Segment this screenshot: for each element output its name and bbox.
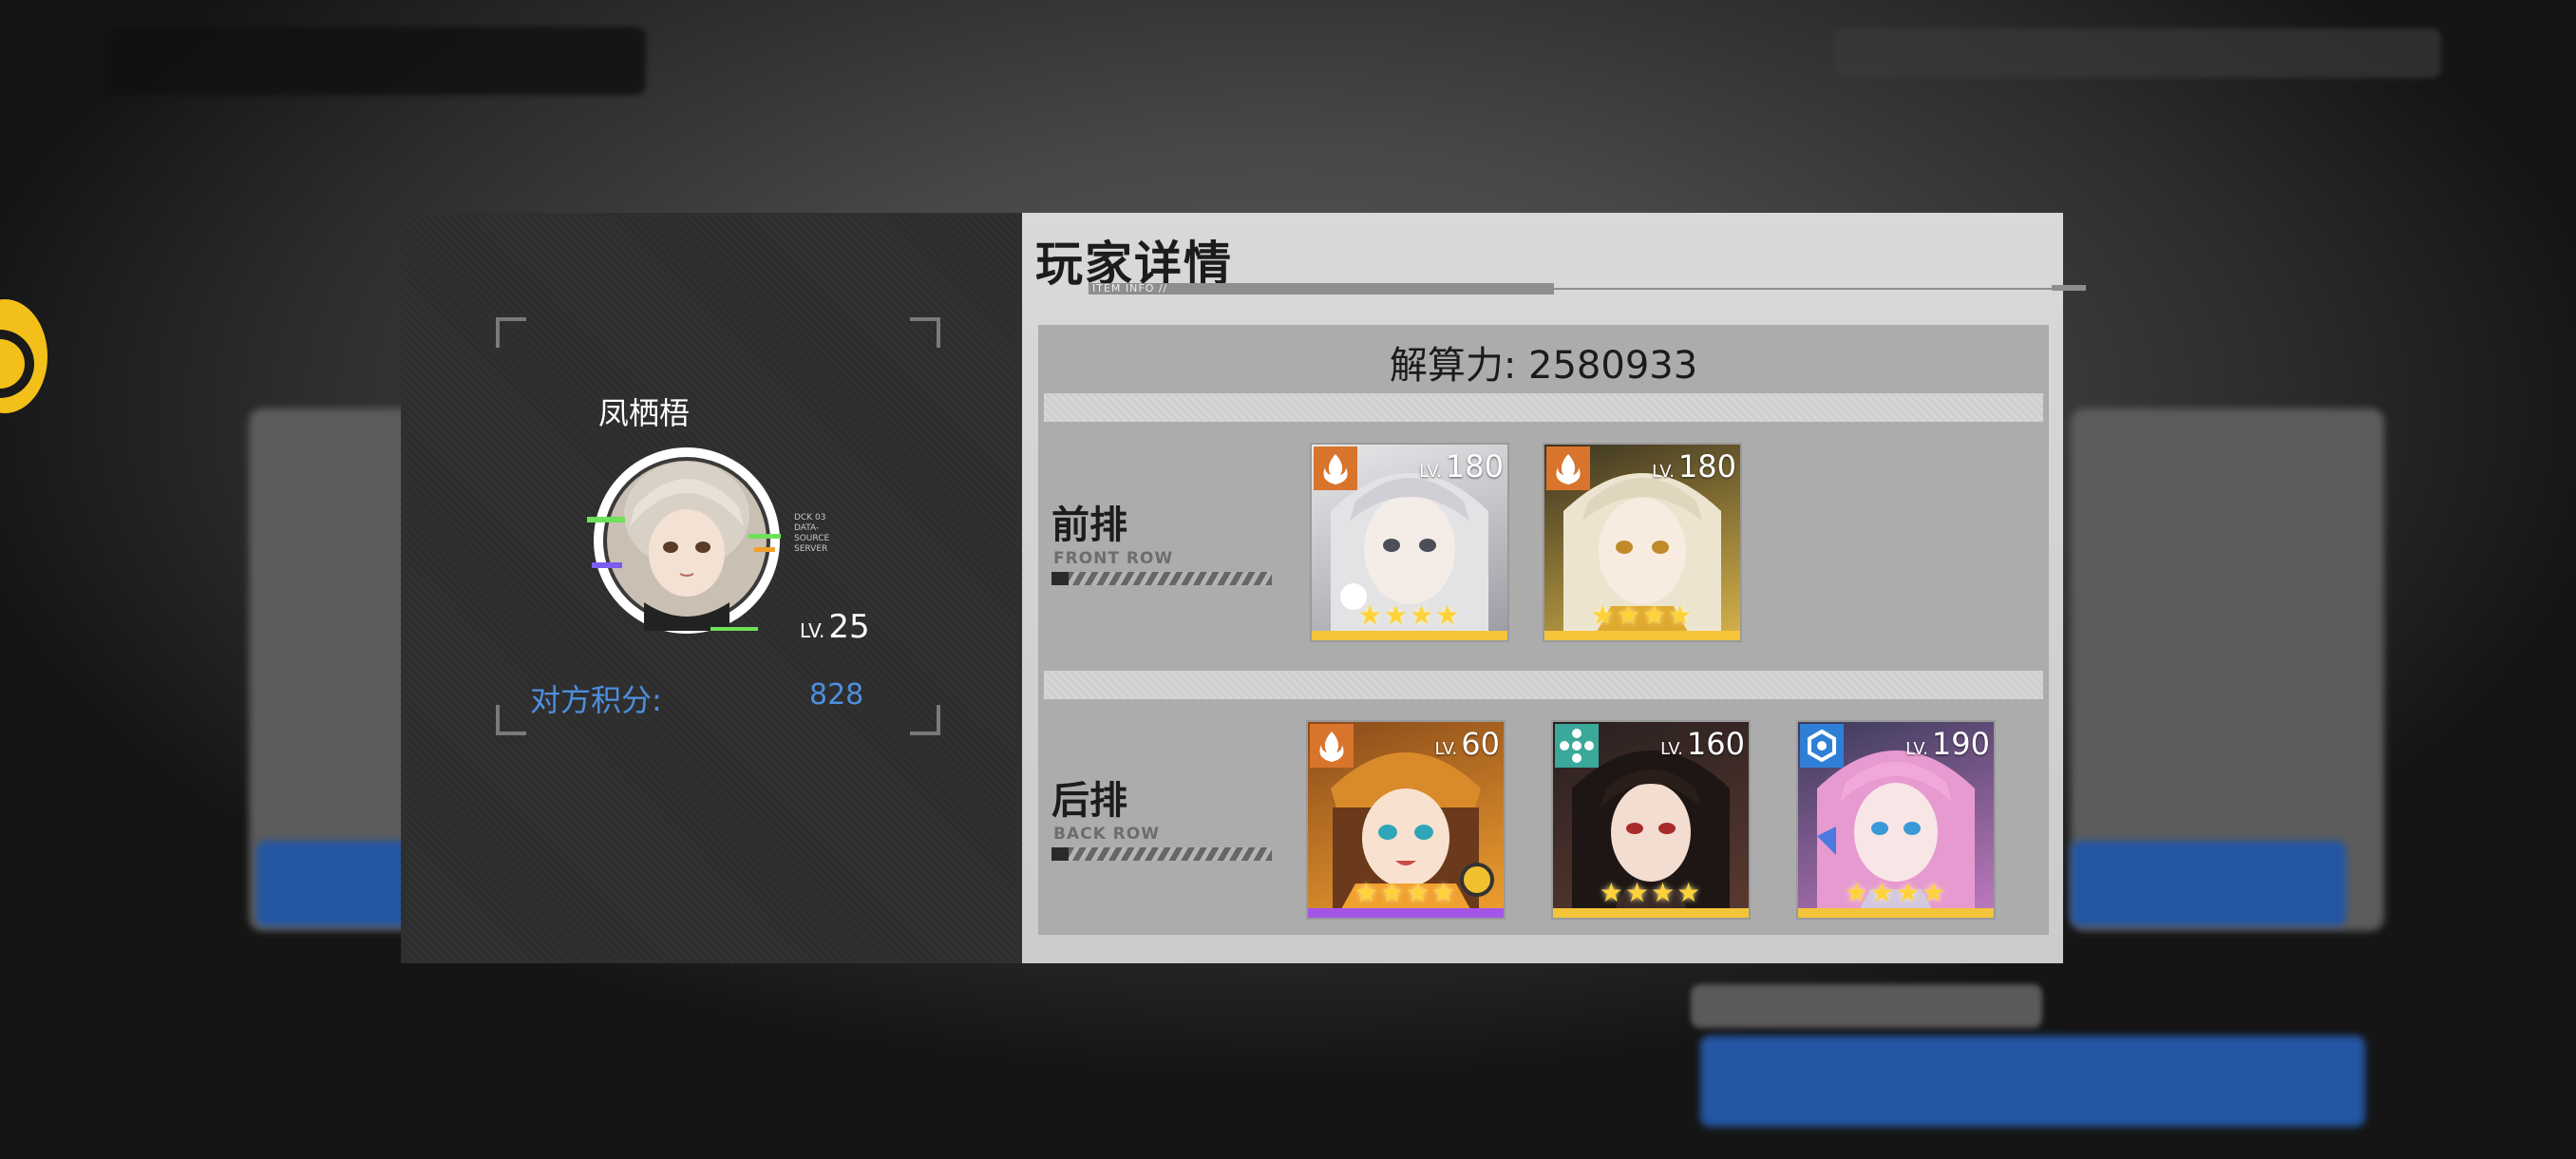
- flame-element-icon: [1310, 724, 1354, 768]
- divider-stripe: [1044, 671, 2043, 699]
- rarity-bar: [1798, 908, 1994, 918]
- avatar-tag-line: DCK 03: [794, 513, 826, 522]
- front-row-en-label: FRONT ROW: [1053, 549, 1174, 568]
- character-level: LV. 180: [1652, 448, 1736, 484]
- level-value: 180: [1445, 448, 1504, 484]
- player-level: LV. 25: [800, 608, 870, 646]
- level-prefix: LV.: [800, 619, 825, 642]
- background-field: [1691, 984, 2042, 1028]
- level-prefix: LV.: [1434, 739, 1458, 759]
- back-row-en-label: BACK ROW: [1053, 825, 1160, 844]
- level-value: 190: [1931, 726, 1990, 762]
- character-card[interactable]: LV. 60 ★★★★: [1306, 720, 1506, 920]
- star-rating: ★★★★: [1844, 877, 1948, 908]
- level-value: 60: [1461, 726, 1500, 762]
- character-level: LV. 60: [1435, 726, 1500, 762]
- level-value: 25: [828, 608, 870, 646]
- character-level: LV. 180: [1419, 448, 1504, 484]
- avatar-tag: DCK 03 DATA-SOURCE SERVER: [794, 513, 829, 555]
- background-button: [1700, 1036, 2365, 1127]
- opponent-score-label: 对方积分:: [530, 682, 662, 718]
- background-top-right-bar: [1833, 28, 2441, 78]
- level-value: 180: [1677, 448, 1736, 484]
- frame-corner: [910, 705, 940, 735]
- player-profile-panel: 凤栖梧 DCK 03 DATA-SOURCE SERVER LV. 25 对方积…: [401, 213, 1022, 963]
- flame-element-icon: [1314, 446, 1357, 490]
- back-row-label: 后排: [1051, 779, 1127, 823]
- player-name: 凤栖梧: [597, 395, 690, 431]
- background-field: [2061, 984, 2365, 1028]
- wind-element-icon: [1555, 724, 1599, 768]
- star-rating: ★★★★: [1354, 877, 1458, 908]
- power-score: 解算力: 2580933: [1389, 344, 1698, 388]
- opponent-score-value: 828: [809, 678, 864, 712]
- character-card[interactable]: LV. 180 ★★★★: [1310, 443, 1509, 642]
- rarity-bar: [1312, 631, 1507, 640]
- background-button: [2071, 841, 2346, 926]
- rarity-bar: [1308, 908, 1504, 918]
- rarity-bar: [1553, 908, 1749, 918]
- frame-corner: [910, 317, 940, 348]
- front-row-bar: [1051, 572, 1272, 585]
- character-level: LV. 190: [1905, 726, 1990, 762]
- level-value: 160: [1686, 726, 1745, 762]
- player-detail-panel: 玩家详情 ITEM INFO // 解算力: 2580933 前排 FRONT …: [1022, 213, 2086, 963]
- avatar-portrait-icon: [587, 447, 781, 634]
- level-prefix: LV.: [1660, 739, 1683, 759]
- back-row-bar: [1051, 847, 1272, 861]
- background-top-bar: [104, 27, 646, 95]
- player-avatar[interactable]: DCK 03 DATA-SOURCE SERVER: [587, 441, 829, 640]
- avatar-tag-line: DATA-SOURCE: [794, 523, 830, 543]
- player-detail-dialog: 凤栖梧 DCK 03 DATA-SOURCE SERVER LV. 25 对方积…: [401, 213, 2086, 963]
- team-info-area: 解算力: 2580933 前排 FRONT ROW 后排 BACK ROW LV…: [1038, 325, 2049, 935]
- star-rating: ★★★★: [1590, 599, 1695, 631]
- character-level: LV. 160: [1660, 726, 1745, 762]
- level-prefix: LV.: [1419, 462, 1442, 482]
- flame-element-icon: [1546, 446, 1590, 490]
- dialog-subtitle: ITEM INFO //: [1092, 282, 1168, 294]
- star-rating: ★★★★: [1599, 877, 1703, 908]
- level-prefix: LV.: [1905, 739, 1928, 759]
- front-row-label: 前排: [1051, 504, 1127, 547]
- title-underline: [1554, 288, 2053, 290]
- hex-element-icon: [1800, 724, 1844, 768]
- character-card[interactable]: LV. 160 ★★★★: [1551, 720, 1751, 920]
- frame-corner: [496, 317, 526, 348]
- frame-corner: [496, 705, 526, 735]
- title-underline: [2052, 285, 2086, 291]
- avatar-tag-line: SERVER: [794, 544, 828, 554]
- star-rating: ★★★★: [1357, 599, 1462, 631]
- background-button: [256, 841, 408, 926]
- rarity-bar: [1544, 631, 1740, 640]
- character-card[interactable]: LV. 190 ★★★★: [1796, 720, 1996, 920]
- divider-stripe: [1044, 393, 2043, 422]
- level-prefix: LV.: [1652, 462, 1675, 482]
- character-card[interactable]: LV. 180 ★★★★: [1543, 443, 1742, 642]
